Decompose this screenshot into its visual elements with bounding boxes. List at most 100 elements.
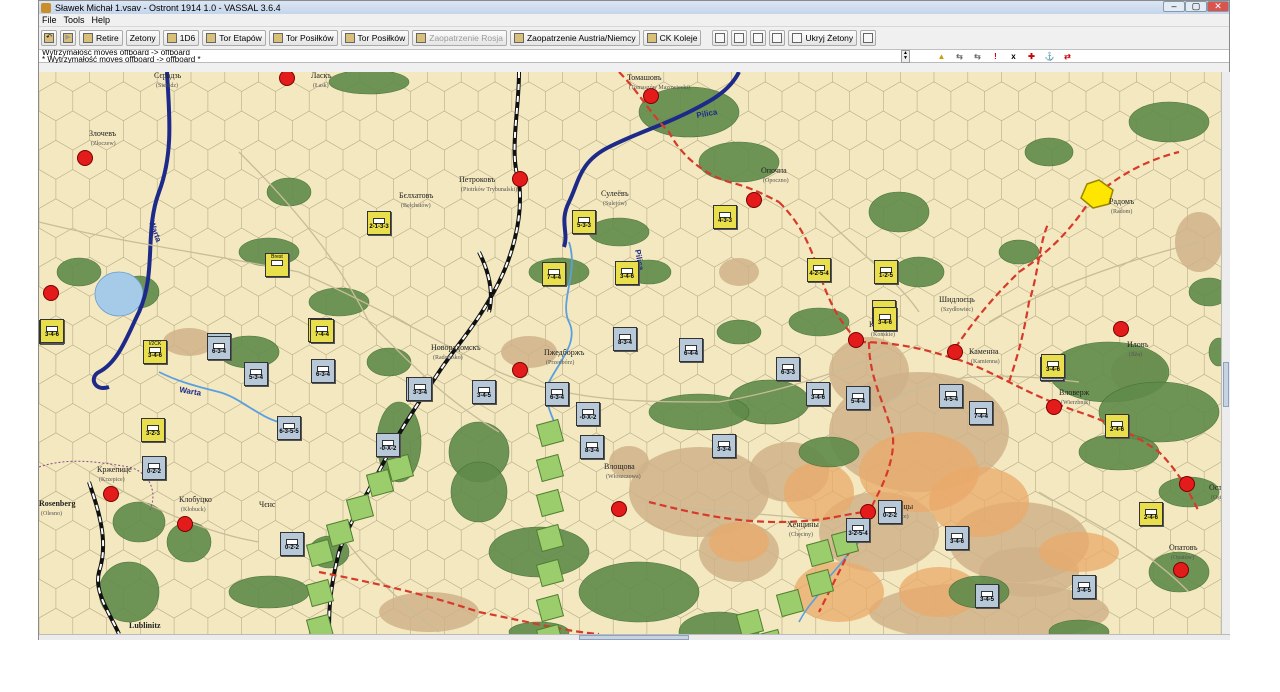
- unit-counter[interactable]: 3-4-6: [40, 319, 64, 343]
- toolbar-button-1d6[interactable]: 1D6: [162, 30, 200, 46]
- close-button[interactable]: ✕: [1207, 1, 1229, 12]
- unit-counter[interactable]: -0-X-2: [376, 433, 400, 457]
- unit-counter[interactable]: 6-3-4: [207, 336, 231, 360]
- unit-counter[interactable]: 0-2-2: [878, 500, 902, 524]
- minimize-button[interactable]: –: [1163, 1, 1185, 12]
- unit-counter[interactable]: I/2CK 3-4-6: [143, 340, 167, 364]
- city-marker[interactable]: [279, 72, 295, 86]
- toolbar-button-tor-etapów[interactable]: Tor Etapów: [202, 30, 266, 46]
- step-button[interactable]: ▶: [60, 30, 76, 46]
- rail-marker[interactable]: [345, 493, 375, 523]
- city-marker[interactable]: [103, 486, 119, 502]
- unit-counter[interactable]: 8-3-4: [580, 435, 604, 459]
- toolbar-button-zaopatrzenie-rosja[interactable]: Zaopatrzenie Rosja: [412, 30, 507, 46]
- maximize-button[interactable]: ▢: [1185, 1, 1207, 12]
- unit-counter[interactable]: 2-4-6: [1105, 414, 1129, 438]
- unit-counter[interactable]: 1-2-5: [874, 260, 898, 284]
- unit-counter[interactable]: 4-2-5-4: [807, 258, 831, 282]
- map-tool-button[interactable]: ▲: [935, 51, 948, 63]
- scroll-thumb[interactable]: [1223, 362, 1229, 407]
- unit-counter[interactable]: 3-4-6: [1041, 354, 1065, 378]
- unit-counter[interactable]: 2-1-3-3: [367, 211, 391, 235]
- unit-counter[interactable]: Brest: [265, 253, 289, 277]
- toolbar-button-tor-posiłków[interactable]: Tor Posiłków: [268, 30, 338, 46]
- zoom-select-button[interactable]: [750, 30, 767, 46]
- unit-counter[interactable]: 6-4-4: [679, 338, 703, 362]
- map-tool-button[interactable]: ⇆: [953, 51, 966, 63]
- unit-counter[interactable]: 4-3-3: [713, 205, 737, 229]
- unit-counter[interactable]: 7-4-4: [310, 319, 334, 343]
- scroll-thumb[interactable]: [579, 635, 689, 640]
- city-marker[interactable]: [512, 171, 528, 187]
- unit-counter[interactable]: 5-3-3: [572, 210, 596, 234]
- unit-counter[interactable]: 3-2-5-4: [846, 518, 870, 542]
- toolbar-button-zetony[interactable]: Zetony: [125, 30, 160, 46]
- rail-marker[interactable]: [535, 593, 565, 623]
- unit-counter[interactable]: 3-4-6: [945, 526, 969, 550]
- toolbar-button-zaopatrzenie-austria-niemcy[interactable]: Zaopatrzenie Austria/Niemcy: [509, 30, 640, 46]
- city-marker[interactable]: [848, 332, 864, 348]
- unit-counter[interactable]: 6-3-4: [545, 382, 569, 406]
- toolbar-button-ck-koleje[interactable]: CK Koleje: [642, 30, 702, 46]
- city-marker[interactable]: [177, 516, 193, 532]
- city-marker[interactable]: [947, 344, 963, 360]
- menu-help[interactable]: Help: [92, 15, 111, 25]
- toolbar-button-retire[interactable]: Retire: [79, 30, 123, 46]
- map-vertical-scrollbar[interactable]: [1221, 72, 1230, 634]
- unit-counter[interactable]: 3-4-5: [472, 380, 496, 404]
- unit-counter[interactable]: 4-5-4: [939, 384, 963, 408]
- menu-tools[interactable]: Tools: [64, 15, 85, 25]
- unit-counter[interactable]: 5-3-4: [244, 362, 268, 386]
- unit-counter[interactable]: 3-4-6: [873, 307, 897, 331]
- city-marker[interactable]: [1046, 399, 1062, 415]
- unit-counter[interactable]: 6-3-4: [311, 359, 335, 383]
- unit-counter[interactable]: 6-3-3: [776, 357, 800, 381]
- unit-counter[interactable]: 6-3-5-5: [277, 416, 301, 440]
- unit-counter[interactable]: -0-X-2: [576, 402, 600, 426]
- city-marker[interactable]: [77, 150, 93, 166]
- city-marker[interactable]: [1173, 562, 1189, 578]
- city-marker[interactable]: [512, 362, 528, 378]
- map-tool-button[interactable]: ✚: [1025, 51, 1038, 63]
- rail-marker[interactable]: [735, 608, 765, 634]
- unit-counter[interactable]: 3-4-5: [1072, 575, 1096, 599]
- city-marker[interactable]: [611, 501, 627, 517]
- map-tool-button[interactable]: ⚓: [1043, 51, 1056, 63]
- undo-button[interactable]: ↶: [41, 30, 57, 46]
- city-marker[interactable]: [1113, 321, 1129, 337]
- unit-counter[interactable]: 2-4-6: [1139, 502, 1163, 526]
- battery-button[interactable]: [860, 30, 877, 46]
- chat-scrollbar[interactable]: ▲ ▼: [901, 50, 910, 63]
- menu-file[interactable]: File: [42, 15, 57, 25]
- toolbar-button-tor-posiłków[interactable]: Tor Posiłków: [340, 30, 410, 46]
- hide-counters-button[interactable]: Ukryj Żetony: [788, 30, 858, 46]
- city-marker[interactable]: [746, 192, 762, 208]
- unit-counter[interactable]: 0-2-2: [142, 456, 166, 480]
- city-marker[interactable]: [43, 285, 59, 301]
- unit-counter[interactable]: 3-4-6: [806, 382, 830, 406]
- unit-counter[interactable]: 5-4-4: [846, 386, 870, 410]
- unit-counter[interactable]: 3-3-4: [712, 434, 736, 458]
- rail-marker[interactable]: [535, 453, 565, 483]
- city-marker[interactable]: [1179, 476, 1195, 492]
- unit-counter[interactable]: 8-3-4: [613, 327, 637, 351]
- unit-counter[interactable]: 3-2-3: [141, 418, 165, 442]
- camera-button[interactable]: [712, 30, 729, 46]
- map-tool-button[interactable]: x: [1007, 51, 1020, 63]
- zoom-out-button[interactable]: [769, 30, 786, 46]
- game-map[interactable]: Сєрадзь (Sieradz) Ласкъ (Łask) Томашовъ (Toma…: [39, 72, 1221, 634]
- map-tool-button[interactable]: ⇄: [1061, 51, 1074, 63]
- map-horizontal-scrollbar[interactable]: [39, 634, 1230, 640]
- unit-counter[interactable]: 3-3-4: [408, 377, 432, 401]
- map-tool-button[interactable]: ⇆: [971, 51, 984, 63]
- unit-counter[interactable]: 7-4-4: [969, 401, 993, 425]
- zoom-in-button[interactable]: [731, 30, 748, 46]
- unit-counter[interactable]: 7-4-4: [542, 262, 566, 286]
- rail-marker[interactable]: [535, 418, 565, 448]
- unit-counter[interactable]: 3-4-5: [975, 584, 999, 608]
- rail-marker[interactable]: [535, 488, 565, 518]
- map-tool-button[interactable]: !: [989, 51, 1002, 63]
- unit-counter[interactable]: 3-4-6: [615, 261, 639, 285]
- unit-counter[interactable]: 0-2-2: [280, 532, 304, 556]
- counter-strength: 7-4-4: [973, 414, 988, 420]
